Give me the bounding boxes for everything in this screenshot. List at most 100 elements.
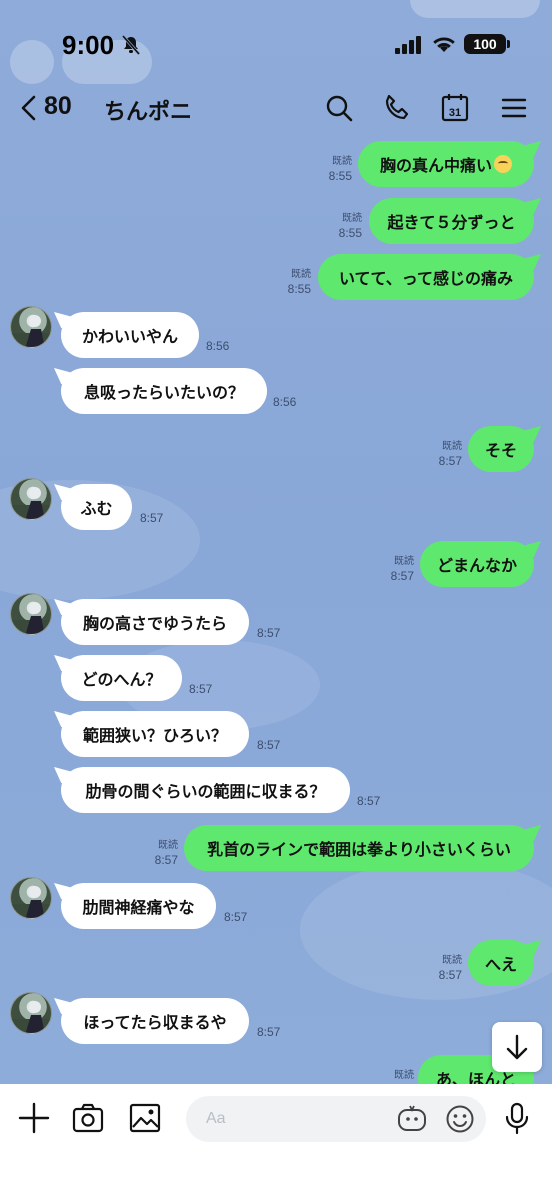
incoming-message-bubble[interactable]: 肋間神経痛やな: [61, 883, 216, 929]
battery-level: 100: [473, 36, 497, 52]
incoming-message-bubble[interactable]: 肋骨の間ぐらいの範囲に収まる？: [61, 767, 350, 813]
incoming-message-bubble[interactable]: かわいいやん: [61, 312, 199, 358]
wifi-icon: [433, 37, 455, 52]
pleading-face-emoji-icon: [494, 155, 512, 173]
message-input-bar: [0, 1084, 552, 1200]
avatar-photo-icon: [11, 1001, 51, 1033]
message-text: ほってたら収まるや: [83, 1013, 227, 1032]
message-time: 8:57: [189, 682, 213, 696]
unread-count[interactable]: 80: [44, 92, 72, 121]
message-time: 8:56: [273, 395, 297, 409]
message-text: 肋間神経痛やな: [82, 898, 195, 917]
message-meta: 既読 8:55: [318, 154, 352, 184]
avatar-photo-icon: [11, 886, 51, 918]
message-text: 起きて５分ずっと: [387, 213, 516, 232]
message-time: 8:57: [257, 738, 281, 752]
sticker-icon[interactable]: [396, 1102, 428, 1136]
incoming-message-bubble[interactable]: 胸の高さでゆうたら: [61, 599, 249, 645]
image-icon[interactable]: [128, 1101, 162, 1135]
message-meta: 既読 8:57: [144, 838, 178, 868]
read-receipt: 既読: [332, 156, 352, 167]
message-time: 8:55: [287, 282, 311, 296]
message-meta: 既読 8:55: [277, 267, 311, 297]
avatar-photo-icon: [11, 602, 51, 634]
read-receipt: 既読: [158, 840, 178, 851]
menu-icon[interactable]: [498, 92, 530, 124]
scroll-to-bottom-button[interactable]: [492, 1022, 542, 1072]
read-receipt: 既読: [394, 556, 414, 567]
microphone-icon[interactable]: [500, 1101, 534, 1135]
message-meta: 既読 8:57: [428, 953, 462, 983]
message-meta: 既読 8:57: [380, 554, 414, 584]
message-text: 胸の真ん中痛い: [379, 156, 492, 175]
message-meta: 既読 8:55: [328, 211, 362, 241]
phone-icon[interactable]: [381, 92, 413, 124]
camera-icon[interactable]: [71, 1101, 105, 1135]
message-text: 範囲狭い？ひろい？: [82, 726, 227, 745]
message-meta: 既読: [380, 1068, 414, 1083]
read-receipt: 既読: [342, 213, 362, 224]
status-bar: 9:00 100: [0, 0, 552, 80]
search-icon[interactable]: [323, 92, 355, 124]
message-text: かわいいやん: [81, 327, 178, 346]
contact-avatar[interactable]: [10, 478, 52, 520]
outgoing-message-bubble[interactable]: 起きて５分ずっと: [369, 198, 534, 244]
calendar-icon[interactable]: 31: [439, 92, 471, 124]
svg-text:31: 31: [449, 107, 461, 119]
chat-screen: 9:00 100 80 ちんポニ 31 既読 8:55 胸の真ん中痛い 既読 8…: [0, 0, 552, 1200]
message-time: 8:55: [328, 169, 352, 183]
read-receipt: 既読: [291, 269, 311, 280]
incoming-message-bubble[interactable]: ふむ: [61, 484, 132, 530]
message-text: そそ: [484, 441, 517, 460]
avatar-photo-icon: [11, 487, 51, 519]
plus-icon[interactable]: [17, 1101, 51, 1135]
outgoing-message-bubble[interactable]: 胸の真ん中痛い: [358, 141, 534, 187]
status-time: 9:00: [62, 30, 115, 60]
message-meta: 既読 8:57: [428, 439, 462, 469]
chat-title[interactable]: ちんポニ: [104, 94, 192, 126]
message-time: 8:57: [357, 794, 381, 808]
message-time: 8:55: [338, 226, 362, 240]
message-text: ふむ: [80, 499, 113, 518]
message-text: 胸の高さでゆうたら: [82, 614, 227, 633]
message-time: 8:57: [154, 853, 178, 867]
outgoing-message-bubble[interactable]: どまんなか: [420, 541, 534, 587]
message-input[interactable]: [186, 1096, 486, 1142]
message-time: 8:57: [390, 569, 414, 583]
contact-avatar[interactable]: [10, 593, 52, 635]
message-text: 息吸ったらいたいの？: [83, 383, 244, 402]
incoming-message-bubble[interactable]: 範囲狭い？ひろい？: [61, 711, 249, 757]
message-time: 8:57: [140, 511, 164, 525]
read-receipt: 既読: [442, 955, 462, 966]
contact-avatar[interactable]: [10, 992, 52, 1034]
emoji-icon[interactable]: [444, 1102, 476, 1136]
signal-icon: [395, 36, 421, 54]
contact-avatar[interactable]: [10, 306, 52, 348]
outgoing-message-bubble[interactable]: 乳首のラインで範囲は拳より小さいくらい: [184, 825, 534, 871]
message-time: 8:57: [438, 968, 462, 982]
arrow-down-icon: [506, 1034, 528, 1060]
message-time: 8:57: [224, 910, 248, 924]
outgoing-message-bubble[interactable]: そそ: [468, 426, 534, 472]
message-time: 8:57: [257, 1025, 281, 1039]
back-chevron-icon[interactable]: [18, 94, 40, 122]
outgoing-message-bubble[interactable]: いてて、って感じの痛み: [318, 254, 534, 300]
message-time: 8:56: [206, 339, 230, 353]
battery-indicator: 100: [464, 34, 510, 54]
bell-muted-icon: [121, 35, 141, 55]
message-text: 肋骨の間ぐらいの範囲に収まる？: [85, 782, 326, 801]
incoming-message-bubble[interactable]: ほってたら収まるや: [61, 998, 249, 1044]
message-time: 8:57: [438, 454, 462, 468]
read-receipt: 既読: [394, 1070, 414, 1081]
contact-avatar[interactable]: [10, 877, 52, 919]
message-text: どまんなか: [436, 556, 517, 575]
message-text: へえ: [484, 955, 517, 974]
incoming-message-bubble[interactable]: 息吸ったらいたいの？: [61, 368, 267, 414]
chat-header: 80 ちんポニ 31: [0, 84, 552, 132]
message-text: いてて、って感じの痛み: [339, 269, 513, 288]
incoming-message-bubble[interactable]: どのへん？: [61, 655, 182, 701]
outgoing-message-bubble[interactable]: へえ: [468, 940, 534, 986]
read-receipt: 既読: [442, 441, 462, 452]
message-time: 8:57: [257, 626, 281, 640]
message-text: どのへん？: [81, 670, 162, 689]
